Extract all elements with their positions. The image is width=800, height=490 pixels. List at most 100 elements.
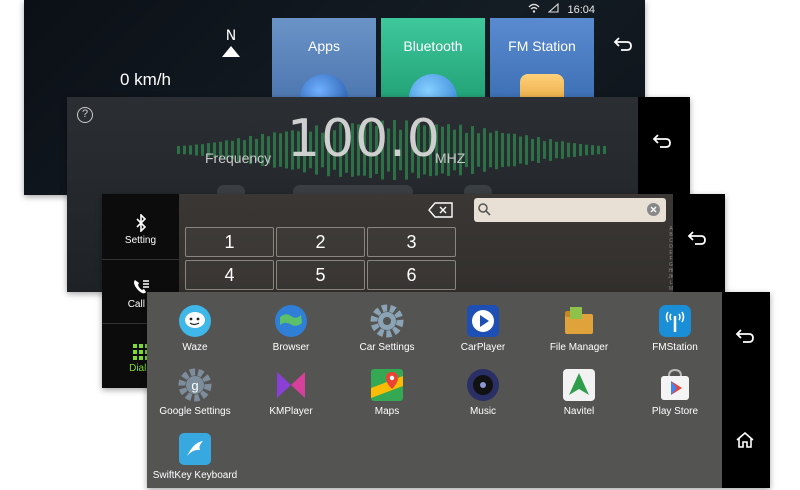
maps-icon	[370, 368, 404, 402]
equalizer-bar	[513, 133, 516, 167]
tile-apps-label: Apps	[308, 38, 340, 54]
compass-heading: N	[225, 28, 237, 44]
app-label: FMStation	[652, 342, 698, 353]
equalizer-bar	[483, 128, 486, 172]
app-waze[interactable]: Waze	[147, 304, 243, 353]
app-label: Music	[469, 406, 497, 417]
equalizer-bar	[543, 141, 546, 159]
tile-bluetooth[interactable]: Bluetooth	[381, 18, 485, 122]
frequency-label: Frequency	[205, 150, 272, 166]
app-browser[interactable]: Browser	[243, 304, 339, 353]
delete-button[interactable]	[428, 202, 454, 223]
equalizer-bar	[531, 139, 534, 161]
app-play-store[interactable]: Play Store	[627, 368, 723, 417]
equalizer-bar	[489, 132, 492, 168]
equalizer-bar	[195, 144, 198, 156]
equalizer-bar	[591, 145, 594, 155]
app-label: Play Store	[651, 406, 699, 417]
nav-setting[interactable]: Setting	[102, 194, 179, 260]
dial-key[interactable]: 4	[185, 260, 274, 290]
google-settings-icon: g	[178, 368, 212, 402]
back-button[interactable]	[687, 230, 707, 251]
app-navitel[interactable]: Navitel	[531, 368, 627, 417]
tile-bluetooth-label: Bluetooth	[403, 38, 463, 54]
app-music[interactable]: Music	[435, 368, 531, 417]
backspace-icon	[428, 202, 453, 218]
equalizer-bar	[525, 135, 528, 165]
compass: N	[219, 28, 243, 57]
app-label: File Manager	[549, 342, 609, 353]
app-car-settings[interactable]: Car Settings	[339, 304, 435, 353]
status-bar: 16:04	[528, 2, 595, 16]
app-kmplayer[interactable]: KMPlayer	[243, 368, 339, 417]
back-button[interactable]	[735, 328, 755, 349]
tile-apps[interactable]: Apps	[272, 18, 376, 122]
equalizer-bar	[603, 146, 606, 154]
app-maps[interactable]: Maps	[339, 368, 435, 417]
app-file-manager[interactable]: File Manager	[531, 304, 627, 353]
equalizer-bar	[189, 145, 192, 155]
equalizer-bar	[471, 126, 474, 174]
frequency-unit: MHZ	[435, 150, 466, 166]
equalizer-bar	[279, 133, 282, 167]
dial-key[interactable]: 3	[367, 227, 456, 257]
frequency-value: 100.0	[287, 109, 441, 169]
fm-station-icon	[658, 304, 692, 338]
app-label: Car Settings	[359, 342, 415, 353]
equalizer-bar	[183, 145, 186, 155]
play-store-icon	[658, 368, 692, 402]
home-icon	[736, 431, 754, 448]
equalizer-bar	[507, 133, 510, 167]
nav-setting-label: Setting	[124, 235, 157, 246]
swiftkey-icon	[178, 432, 212, 466]
equalizer-bar	[573, 143, 576, 157]
dialpad-keys: 1 2 3 4 5 6	[185, 227, 456, 290]
contact-search-input[interactable]	[474, 198, 666, 222]
equalizer-bar	[477, 133, 480, 167]
waze-icon	[178, 304, 212, 338]
equalizer-bar	[567, 142, 570, 158]
dial-key[interactable]: 6	[367, 260, 456, 290]
dial-key[interactable]: 2	[276, 227, 365, 257]
equalizer-bar	[561, 141, 564, 159]
app-carplayer[interactable]: CarPlayer	[435, 304, 531, 353]
speed-readout: 0 km/h	[120, 70, 172, 89]
back-arrow-icon	[687, 231, 706, 245]
app-grid: Waze Browser Car Settings CarPlayer File…	[147, 292, 722, 488]
app-fmstation[interactable]: FMStation	[627, 304, 723, 353]
browser-icon	[274, 304, 308, 338]
svg-text:g: g	[191, 378, 198, 393]
equalizer-bar	[585, 144, 588, 156]
tile-fm-station[interactable]: FM Station	[490, 18, 594, 122]
clock: 16:04	[567, 3, 595, 16]
dial-key[interactable]: 1	[185, 227, 274, 257]
home-button[interactable]	[736, 431, 754, 453]
equalizer-bar	[597, 145, 600, 155]
dial-key[interactable]: 5	[276, 260, 365, 290]
back-arrow-icon	[652, 134, 671, 148]
equalizer-bar	[495, 130, 498, 170]
app-label: Maps	[374, 406, 400, 417]
app-label: Google Settings	[159, 406, 231, 417]
app-label: CarPlayer	[460, 342, 506, 353]
app-label: Navitel	[563, 406, 595, 417]
back-button[interactable]	[652, 133, 672, 154]
equalizer-bar	[519, 136, 522, 164]
carplayer-icon	[466, 304, 500, 338]
equalizer-bar	[201, 144, 204, 156]
back-button[interactable]	[613, 36, 633, 57]
file-manager-icon	[562, 304, 596, 338]
bluetooth-icon	[135, 213, 146, 233]
equalizer-bar	[273, 132, 276, 168]
app-google-settings[interactable]: g Google Settings	[147, 368, 243, 417]
signal-icon	[548, 2, 560, 16]
wifi-icon	[528, 3, 540, 16]
clear-icon[interactable]	[647, 203, 660, 216]
app-label: KMPlayer	[269, 406, 313, 417]
app-swiftkey-keyboard[interactable]: SwiftKey Keyboard	[147, 432, 243, 481]
kmplayer-icon	[274, 368, 308, 402]
app-drawer-screen: Waze Browser Car Settings CarPlayer File…	[147, 292, 770, 488]
help-button[interactable]: ?	[77, 107, 93, 123]
app-label: SwiftKey Keyboard	[152, 470, 238, 481]
back-arrow-icon	[613, 37, 632, 51]
